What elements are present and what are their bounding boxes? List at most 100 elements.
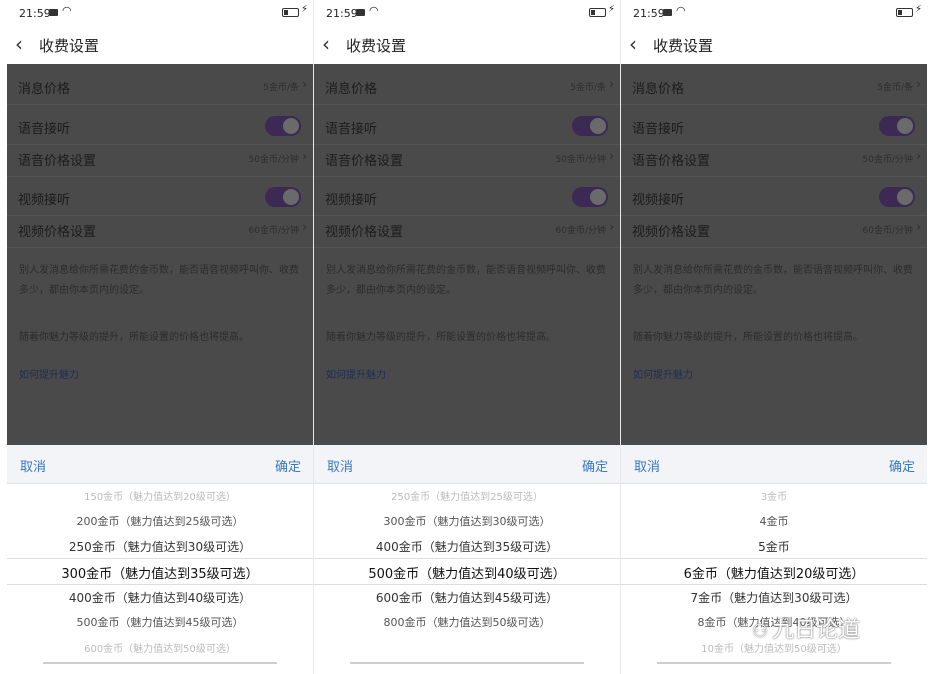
charm-help-link[interactable]: 如何提升魅力 (633, 366, 693, 381)
picker-option[interactable]: 250金币（魅力值达到30级可选） (7, 538, 313, 555)
voice-price-label: 语音价格设置 (325, 154, 404, 169)
message-price-label: 消息价格 (632, 82, 685, 97)
wifi-icon: ◠ (62, 4, 72, 17)
nav-bar: ‹ 收费设置 (7, 28, 313, 62)
video-answer-row: 视频接听 (7, 181, 313, 216)
cancel-button[interactable]: 取消 (327, 456, 353, 475)
video-answer-label: 视频接听 (325, 193, 378, 208)
page-title: 收费设置 (653, 37, 714, 55)
message-price-value: 5金币/条 (877, 83, 913, 93)
notification-icon (49, 9, 58, 16)
battery-icon (896, 8, 913, 17)
price-picker-sheet: 取消 确定 250金币（魅力值达到25级可选） 300金币（魅力值达到30级可选… (314, 445, 620, 674)
video-price-value: 60金币/分钟 (248, 226, 300, 236)
confirm-button[interactable]: 确定 (275, 456, 301, 475)
voice-answer-toggle[interactable] (265, 116, 301, 136)
picker-option[interactable]: 7金币（魅力值达到30级可选） (621, 589, 927, 606)
selection-line-top (7, 558, 313, 559)
phone-screen-1: 21:59 ◠ ⚡ ‹ 收费设置 消息价格 5金币/条 › 语音接听 语音价格设… (7, 0, 313, 674)
chevron-right-icon: › (609, 149, 614, 163)
chevron-right-icon: › (916, 149, 921, 163)
watermark: ⚇ 九日论道 (752, 612, 860, 644)
toggle-knob (283, 189, 299, 205)
picker-option[interactable]: 400金币（魅力值达到35级可选） (314, 538, 620, 555)
picker-option[interactable]: 400金币（魅力值达到40级可选） (7, 589, 313, 606)
charm-help-link[interactable]: 如何提升魅力 (326, 366, 386, 381)
cancel-button[interactable]: 取消 (634, 456, 660, 475)
video-price-row[interactable]: 视频价格设置 60金币/分钟 › (314, 213, 620, 248)
picker-toolbar: 取消 确定 (621, 445, 927, 484)
toggle-knob (897, 118, 913, 134)
dimmed-settings: 消息价格 5金币/条 › 语音接听 语音价格设置 50金币/分钟 › 视频接听 … (621, 64, 927, 445)
screenshot-collage: 21:59 ◠ ⚡ ‹ 收费设置 消息价格 5金币/条 › 语音接听 语音价格设… (0, 0, 928, 674)
wifi-icon: ◠ (676, 4, 686, 17)
voice-answer-row: 语音接听 (7, 110, 313, 145)
voice-answer-toggle[interactable] (879, 116, 915, 136)
voice-price-row[interactable]: 语音价格设置 50金币/分钟 › (621, 142, 927, 177)
picker-option[interactable]: 150金币（魅力值达到20级可选） (7, 488, 313, 503)
picker-toolbar: 取消 确定 (7, 445, 313, 484)
status-time: 21:59 (326, 7, 358, 20)
video-price-row[interactable]: 视频价格设置 60金币/分钟 › (621, 213, 927, 248)
voice-answer-label: 语音接听 (325, 122, 378, 137)
charm-help-link[interactable]: 如何提升魅力 (19, 366, 79, 381)
picker-option[interactable]: 5金币 (621, 538, 927, 555)
message-price-row[interactable]: 消息价格 5金币/条 › (621, 70, 927, 105)
wifi-icon: ◠ (369, 4, 379, 17)
message-price-row[interactable]: 消息价格 5金币/条 › (314, 70, 620, 105)
picker-option[interactable]: 600金币（魅力值达到45级可选） (314, 589, 620, 606)
picker-option-selected[interactable]: 6金币（魅力值达到20级可选） (621, 563, 927, 582)
notification-icon (663, 9, 672, 16)
toggle-knob (897, 189, 913, 205)
voice-price-row[interactable]: 语音价格设置 50金币/分钟 › (7, 142, 313, 177)
notification-icon (356, 9, 365, 16)
picker-option[interactable]: 800金币（魅力值达到50级可选） (314, 614, 620, 630)
video-answer-toggle[interactable] (572, 187, 608, 207)
chevron-left-icon[interactable]: ‹ (15, 32, 23, 56)
picker-option[interactable]: 300金币（魅力值达到30级可选） (314, 513, 620, 529)
video-price-label: 视频价格设置 (18, 225, 97, 240)
voice-price-value: 50金币/分钟 (862, 155, 914, 165)
video-answer-toggle[interactable] (265, 187, 301, 207)
picker-option-selected[interactable]: 300金币（魅力值达到35级可选） (7, 563, 313, 582)
page-title: 收费设置 (39, 37, 100, 55)
charging-icon: ⚡ (300, 4, 308, 15)
page-title: 收费设置 (346, 37, 407, 55)
chevron-right-icon: › (302, 220, 307, 234)
nav-bar: ‹ 收费设置 (621, 28, 927, 62)
video-answer-row: 视频接听 (621, 181, 927, 216)
picker-toolbar: 取消 确定 (314, 445, 620, 484)
price-picker-sheet: 取消 确定 150金币（魅力值达到20级可选） 200金币（魅力值达到25级可选… (7, 445, 313, 674)
home-indicator (43, 662, 277, 664)
chevron-left-icon[interactable]: ‹ (322, 32, 330, 56)
video-answer-toggle[interactable] (879, 187, 915, 207)
picker-option[interactable]: 600金币（魅力值达到50级可选） (7, 640, 313, 655)
message-price-row[interactable]: 消息价格 5金币/条 › (7, 70, 313, 105)
picker-option[interactable]: 4金币 (621, 513, 927, 529)
voice-price-row[interactable]: 语音价格设置 50金币/分钟 › (314, 142, 620, 177)
battery-icon (589, 8, 606, 17)
voice-price-value: 50金币/分钟 (555, 155, 607, 165)
level-note: 随着你魅力等级的提升，所能设置的价格也将提高。 (633, 332, 863, 343)
selection-line-bottom (621, 584, 927, 585)
picker-option[interactable]: 500金币（魅力值达到45级可选） (7, 614, 313, 630)
chevron-left-icon[interactable]: ‹ (629, 32, 637, 56)
status-time: 21:59 (633, 7, 665, 20)
home-indicator (657, 662, 891, 664)
video-answer-label: 视频接听 (632, 193, 685, 208)
voice-answer-row: 语音接听 (621, 110, 927, 145)
chevron-right-icon: › (609, 77, 614, 91)
confirm-button[interactable]: 确定 (582, 456, 608, 475)
phone-screen-2: 21:59 ◠ ⚡ ‹ 收费设置 消息价格 5金币/条 › 语音接听 语音价格设… (314, 0, 620, 674)
message-price-value: 5金币/条 (570, 83, 606, 93)
picker-option[interactable]: 250金币（魅力值达到25级可选） (314, 488, 620, 503)
cancel-button[interactable]: 取消 (20, 456, 46, 475)
voice-answer-toggle[interactable] (572, 116, 608, 136)
video-answer-row: 视频接听 (314, 181, 620, 216)
voice-price-value: 50金币/分钟 (248, 155, 300, 165)
video-price-row[interactable]: 视频价格设置 60金币/分钟 › (7, 213, 313, 248)
picker-option[interactable]: 3金币 (621, 488, 927, 503)
confirm-button[interactable]: 确定 (889, 456, 915, 475)
picker-option[interactable]: 200金币（魅力值达到25级可选） (7, 513, 313, 529)
picker-option-selected[interactable]: 500金币（魅力值达到40级可选） (314, 563, 620, 582)
